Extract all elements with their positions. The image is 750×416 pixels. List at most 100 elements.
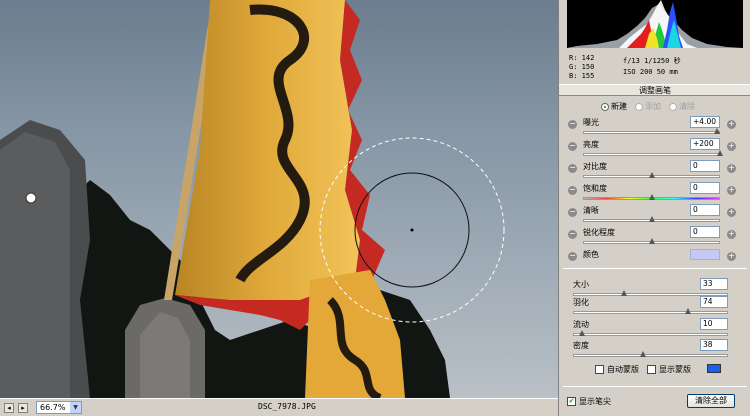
red-value: R: 142 bbox=[569, 54, 595, 62]
sharpness-input[interactable]: 0 bbox=[690, 226, 720, 238]
brush-size: 大小 33 bbox=[559, 278, 750, 298]
minus-icon[interactable]: − bbox=[568, 120, 577, 129]
contrast-slider-thumb[interactable] bbox=[648, 172, 655, 178]
contrast-input[interactable]: 0 bbox=[690, 160, 720, 172]
sharpness-adjust: − 锐化程度 0 + bbox=[559, 226, 750, 248]
color-swatch[interactable] bbox=[690, 249, 720, 260]
zoom-value: 66.7% bbox=[40, 403, 66, 412]
radio-icon bbox=[669, 102, 677, 111]
minus-icon[interactable]: − bbox=[568, 230, 577, 239]
chevron-down-icon[interactable]: ▼ bbox=[70, 402, 81, 413]
clear-all-button[interactable]: 清除全部 bbox=[687, 394, 735, 408]
minus-icon[interactable]: − bbox=[568, 142, 577, 151]
exposure-label: 曝光 bbox=[583, 118, 599, 127]
mode-new-label: 新建 bbox=[611, 102, 627, 111]
status-bar: ◂ ▸ 66.7% ▼ DSC_7978.JPG bbox=[0, 398, 558, 416]
feather-input[interactable]: 74 bbox=[700, 296, 728, 308]
divider bbox=[563, 268, 747, 269]
brush-flow: 流动 10 bbox=[559, 318, 750, 338]
flow-slider-thumb[interactable] bbox=[579, 330, 586, 336]
density-slider[interactable] bbox=[573, 354, 728, 357]
show-mask-label: 显示蒙版 bbox=[659, 365, 691, 374]
size-label: 大小 bbox=[573, 280, 589, 289]
next-image-button[interactable]: ▸ bbox=[18, 402, 28, 413]
divider bbox=[563, 386, 747, 387]
minus-icon[interactable]: − bbox=[568, 164, 577, 173]
radio-icon bbox=[601, 102, 609, 111]
mode-clear-label: 清除 bbox=[679, 102, 695, 111]
density-slider-thumb[interactable] bbox=[639, 351, 646, 357]
aperture-shutter: f/13 1/1250 秒 bbox=[623, 57, 681, 65]
plus-icon[interactable]: + bbox=[727, 208, 736, 217]
brush-feather: 羽化 74 bbox=[559, 296, 750, 316]
adjustment-panel: R: 142 G: 150 B: 155 f/13 1/1250 秒 ISO 2… bbox=[558, 0, 750, 416]
exposure-slider[interactable] bbox=[583, 131, 720, 134]
brush-density: 密度 38 bbox=[559, 339, 750, 359]
plus-icon[interactable]: + bbox=[727, 142, 736, 151]
green-value: G: 150 bbox=[569, 63, 595, 71]
flow-slider[interactable] bbox=[573, 333, 728, 336]
clarity-input[interactable]: 0 bbox=[690, 204, 720, 216]
show-mask-checkbox[interactable]: 显示蒙版 bbox=[647, 364, 691, 375]
feather-slider[interactable] bbox=[573, 311, 728, 314]
density-label: 密度 bbox=[573, 341, 589, 350]
brightness-input[interactable]: +200 bbox=[690, 138, 720, 150]
brightness-adjust: − 亮度 +200 + bbox=[559, 138, 750, 160]
mode-add-radio[interactable]: 添加 bbox=[635, 101, 661, 112]
checkbox-icon bbox=[647, 365, 656, 374]
clarity-adjust: − 清晰 0 + bbox=[559, 204, 750, 226]
blue-value: B: 155 bbox=[569, 72, 595, 80]
zoom-select[interactable]: 66.7% ▼ bbox=[36, 401, 82, 414]
contrast-adjust: − 对比度 0 + bbox=[559, 160, 750, 182]
mask-color-swatch[interactable] bbox=[707, 364, 721, 373]
minus-icon[interactable]: − bbox=[568, 208, 577, 217]
saturation-input[interactable]: 0 bbox=[690, 182, 720, 194]
auto-mask-checkbox[interactable]: 自动蒙版 bbox=[595, 364, 639, 375]
flow-input[interactable]: 10 bbox=[700, 318, 728, 330]
feather-slider-thumb[interactable] bbox=[684, 308, 691, 314]
brightness-slider[interactable] bbox=[583, 153, 720, 156]
prev-image-button[interactable]: ◂ bbox=[4, 402, 14, 413]
mode-new-radio[interactable]: 新建 bbox=[601, 101, 627, 112]
flow-label: 流动 bbox=[573, 320, 589, 329]
plus-icon[interactable]: + bbox=[727, 252, 736, 261]
mode-add-label: 添加 bbox=[645, 102, 661, 111]
brightness-label: 亮度 bbox=[583, 140, 599, 149]
size-input[interactable]: 33 bbox=[700, 278, 728, 290]
saturation-slider-thumb[interactable] bbox=[648, 194, 655, 200]
minus-icon[interactable]: − bbox=[568, 252, 577, 261]
plus-icon[interactable]: + bbox=[727, 164, 736, 173]
mode-clear-radio[interactable]: 清除 bbox=[669, 101, 695, 112]
clarity-slider-thumb[interactable] bbox=[648, 216, 655, 222]
plus-icon[interactable]: + bbox=[727, 230, 736, 239]
contrast-label: 对比度 bbox=[583, 162, 607, 171]
minus-icon[interactable]: − bbox=[568, 186, 577, 195]
photo-canvas[interactable] bbox=[0, 0, 558, 398]
exposure-adjust: − 曝光 +4.00 + bbox=[559, 116, 750, 138]
saturation-label: 饱和度 bbox=[583, 184, 607, 193]
checkmark-icon: ✔ bbox=[567, 397, 576, 406]
sharpness-label: 锐化程度 bbox=[583, 228, 615, 237]
iso-focal: ISO 200 50 mm bbox=[623, 68, 678, 76]
color-adjust: − 颜色 + bbox=[559, 248, 750, 270]
density-input[interactable]: 38 bbox=[700, 339, 728, 351]
file-name: DSC_7978.JPG bbox=[258, 402, 316, 411]
exposure-input[interactable]: +4.00 bbox=[690, 116, 720, 128]
show-pins-checkbox[interactable]: ✔ 显示笔尖 bbox=[567, 396, 611, 407]
plus-icon[interactable]: + bbox=[727, 120, 736, 129]
radio-icon bbox=[635, 102, 643, 111]
clarity-label: 清晰 bbox=[583, 206, 599, 215]
show-pins-label: 显示笔尖 bbox=[579, 397, 611, 406]
photo bbox=[0, 0, 505, 398]
histogram bbox=[567, 0, 743, 48]
checkbox-icon bbox=[595, 365, 604, 374]
exposure-slider-thumb[interactable] bbox=[714, 128, 721, 134]
readout-info: R: 142 G: 150 B: 155 f/13 1/1250 秒 ISO 2… bbox=[559, 48, 750, 80]
panel-title: 调整画笔 bbox=[559, 84, 750, 96]
saturation-adjust: − 饱和度 0 + bbox=[559, 182, 750, 204]
sharpness-slider-thumb[interactable] bbox=[648, 238, 655, 244]
auto-mask-label: 自动蒙版 bbox=[607, 365, 639, 374]
brightness-slider-thumb[interactable] bbox=[717, 150, 723, 156]
plus-icon[interactable]: + bbox=[727, 186, 736, 195]
color-label: 颜色 bbox=[583, 250, 599, 259]
